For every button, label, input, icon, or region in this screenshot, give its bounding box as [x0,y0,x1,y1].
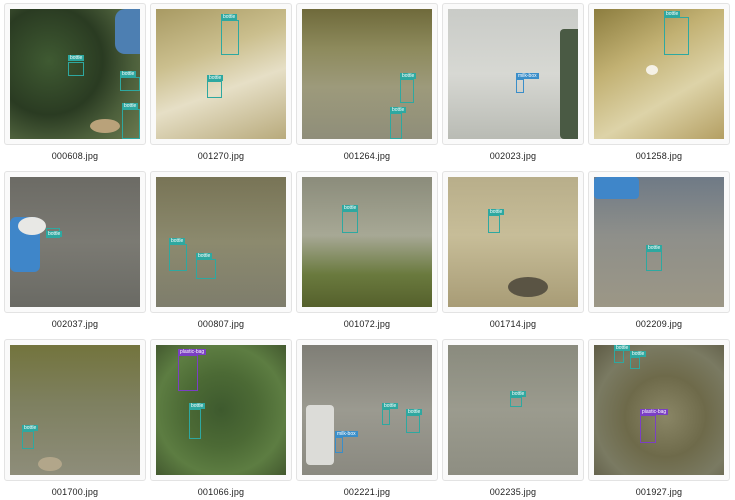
thumbnail-image: bottle [594,177,724,307]
image-filename: 000608.jpg [51,151,99,161]
image-filename: 001700.jpg [51,487,99,497]
bbox-label: bottle [207,75,224,81]
bbox-label: plastic-bag [640,409,669,415]
bbox-label: bottle [22,425,39,431]
thumbnail-image: bottle [448,345,578,475]
bbox-label: bottle [646,245,663,251]
image-card[interactable]: bottle bottle [150,171,292,313]
bbox-label: bottle [630,351,647,357]
image-filename: 001072.jpg [343,319,391,329]
thumbnail-image: milk-box [448,9,578,139]
image-card[interactable]: bottle [296,171,438,313]
bbox-label: bottle [342,205,359,211]
bbox-label: bottle [221,14,238,20]
image-filename: 002023.jpg [489,151,537,161]
bbox-label: bottle [122,103,139,109]
thumbnail-image: bottle [448,177,578,307]
bbox-label: plastic-bag [178,349,207,355]
thumbnail-image: plastic-bag bottle [156,345,286,475]
bbox-label: bottle [68,55,85,61]
image-filename: 002235.jpg [489,487,537,497]
bbox-label: bottle [664,11,681,17]
bbox-label: bottle [382,403,399,409]
image-filename: 001270.jpg [197,151,245,161]
image-filename: 001066.jpg [197,487,245,497]
image-filename: 002221.jpg [343,487,391,497]
image-card[interactable]: bottle bottle bottle [4,3,146,145]
image-filename: 001258.jpg [635,151,683,161]
image-card[interactable]: bottle bottle milk-box [296,339,438,481]
image-filename: 001264.jpg [343,151,391,161]
image-card[interactable]: bottle [588,171,730,313]
bbox-label: milk-box [516,73,539,79]
thumbnail-image: bottle [10,345,140,475]
image-card[interactable]: bottle [588,3,730,145]
image-card[interactable]: bottle bottle [296,3,438,145]
bbox-label: bottle [488,209,505,215]
image-card[interactable]: milk-box [442,3,584,145]
thumbnail-image: bottle bottle plastic-bag [594,345,724,475]
image-filename: 002209.jpg [635,319,683,329]
bbox-label: bottle [120,71,137,77]
thumbnail-image: bottle bottle [156,9,286,139]
image-grid: bottle bottle bottle 000608.jpg bottle b… [0,0,735,500]
thumbnail-image: bottle [10,177,140,307]
thumbnail-image: bottle [302,177,432,307]
thumbnail-image: bottle [594,9,724,139]
image-card[interactable]: bottle [442,171,584,313]
image-card[interactable]: bottle [4,171,146,313]
bbox-label: bottle [196,253,213,259]
bbox-label: bottle [614,345,631,351]
thumbnail-image: bottle bottle bottle [10,9,140,139]
thumbnail-image: bottle bottle milk-box [302,345,432,475]
bbox-label: bottle [189,403,206,409]
image-card[interactable]: bottle bottle plastic-bag [588,339,730,481]
bbox-label: milk-box [335,431,358,437]
thumbnail-image: bottle bottle [302,9,432,139]
image-filename: 001714.jpg [489,319,537,329]
bbox-label: bottle [46,231,63,237]
image-card[interactable]: bottle [4,339,146,481]
bbox-label: bottle [406,409,423,415]
image-filename: 001927.jpg [635,487,683,497]
thumbnail-image: bottle bottle [156,177,286,307]
bbox-label: bottle [169,238,186,244]
bbox-label: bottle [390,107,407,113]
image-card[interactable]: plastic-bag bottle [150,339,292,481]
image-card[interactable]: bottle bottle [150,3,292,145]
image-filename: 002037.jpg [51,319,99,329]
bbox-label: bottle [510,391,527,397]
image-card[interactable]: bottle [442,339,584,481]
bbox-label: bottle [400,73,417,79]
image-filename: 000807.jpg [197,319,245,329]
